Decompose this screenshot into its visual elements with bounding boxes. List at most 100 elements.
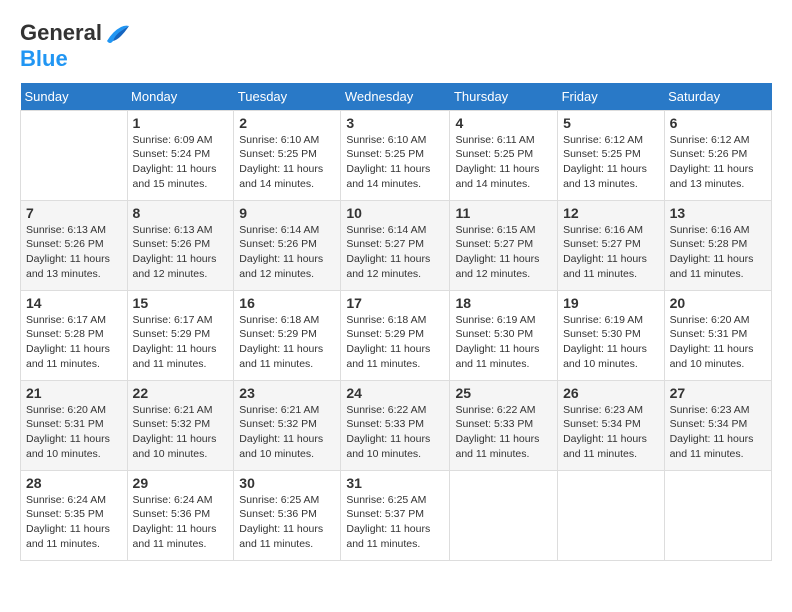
calendar-week-2: 14 Sunrise: 6:17 AMSunset: 5:28 PMDayligh… — [21, 290, 772, 380]
day-number: 2 — [239, 115, 335, 131]
calendar-cell: 19 Sunrise: 6:19 AMSunset: 5:30 PMDayligh… — [558, 290, 665, 380]
calendar-cell: 22 Sunrise: 6:21 AMSunset: 5:32 PMDayligh… — [127, 380, 234, 470]
calendar-header-row: SundayMondayTuesdayWednesdayThursdayFrid… — [21, 83, 772, 111]
calendar-cell: 21 Sunrise: 6:20 AMSunset: 5:31 PMDayligh… — [21, 380, 128, 470]
day-info: Sunrise: 6:13 AMSunset: 5:26 PMDaylight:… — [26, 223, 122, 282]
header-thursday: Thursday — [450, 83, 558, 111]
day-number: 6 — [670, 115, 766, 131]
calendar-cell: 15 Sunrise: 6:17 AMSunset: 5:29 PMDayligh… — [127, 290, 234, 380]
calendar-cell: 20Sunrise: 6:20 AMSunset: 5:31 PMDayligh… — [664, 290, 771, 380]
day-info: Sunrise: 6:21 AMSunset: 5:32 PMDaylight:… — [239, 403, 335, 462]
calendar-cell — [558, 470, 665, 560]
calendar-cell: 7Sunrise: 6:13 AMSunset: 5:26 PMDaylight… — [21, 200, 128, 290]
day-number: 14 — [26, 295, 122, 311]
day-number: 4 — [455, 115, 552, 131]
day-info: Sunrise: 6:19 AMSunset: 5:30 PMDaylight:… — [455, 313, 552, 372]
calendar-cell: 13 Sunrise: 6:16 AMSunset: 5:28 PMDayligh… — [664, 200, 771, 290]
logo-text: General Blue — [20, 20, 132, 73]
day-number: 9 — [239, 205, 335, 221]
day-number: 15 — [133, 295, 229, 311]
calendar-cell: 30 Sunrise: 6:25 AMSunset: 5:36 PMDayligh… — [234, 470, 341, 560]
day-number: 3 — [346, 115, 444, 131]
day-info: Sunrise: 6:09 AMSunset: 5:24 PMDaylight:… — [133, 133, 229, 192]
calendar-cell: 2 Sunrise: 6:10 AMSunset: 5:25 PMDaylight… — [234, 110, 341, 200]
calendar-cell: 14 Sunrise: 6:17 AMSunset: 5:28 PMDayligh… — [21, 290, 128, 380]
header-tuesday: Tuesday — [234, 83, 341, 111]
day-number: 28 — [26, 475, 122, 491]
day-info: Sunrise: 6:25 AMSunset: 5:37 PMDaylight:… — [346, 493, 444, 552]
header-monday: Monday — [127, 83, 234, 111]
day-number: 25 — [455, 385, 552, 401]
day-info: Sunrise: 6:24 AMSunset: 5:35 PMDaylight:… — [26, 493, 122, 552]
header-friday: Friday — [558, 83, 665, 111]
day-info: Sunrise: 6:16 AMSunset: 5:28 PMDaylight:… — [670, 223, 766, 282]
day-number: 16 — [239, 295, 335, 311]
calendar-cell: 12 Sunrise: 6:16 AMSunset: 5:27 PMDayligh… — [558, 200, 665, 290]
calendar-cell: 27Sunrise: 6:23 AMSunset: 5:34 PMDayligh… — [664, 380, 771, 470]
calendar-cell: 16Sunrise: 6:18 AMSunset: 5:29 PMDayligh… — [234, 290, 341, 380]
day-info: Sunrise: 6:18 AMSunset: 5:29 PMDaylight:… — [346, 313, 444, 372]
day-info: Sunrise: 6:20 AMSunset: 5:31 PMDaylight:… — [26, 403, 122, 462]
day-info: Sunrise: 6:12 AMSunset: 5:26 PMDaylight:… — [670, 133, 766, 192]
day-number: 20 — [670, 295, 766, 311]
day-info: Sunrise: 6:16 AMSunset: 5:27 PMDaylight:… — [563, 223, 659, 282]
calendar-cell: 26Sunrise: 6:23 AMSunset: 5:34 PMDayligh… — [558, 380, 665, 470]
day-info: Sunrise: 6:17 AMSunset: 5:29 PMDaylight:… — [133, 313, 229, 372]
day-info: Sunrise: 6:14 AMSunset: 5:26 PMDaylight:… — [239, 223, 335, 282]
day-number: 11 — [455, 205, 552, 221]
calendar-week-0: 1 Sunrise: 6:09 AMSunset: 5:24 PMDaylight… — [21, 110, 772, 200]
calendar-cell: 29 Sunrise: 6:24 AMSunset: 5:36 PMDayligh… — [127, 470, 234, 560]
day-number: 30 — [239, 475, 335, 491]
calendar-week-1: 7Sunrise: 6:13 AMSunset: 5:26 PMDaylight… — [21, 200, 772, 290]
day-info: Sunrise: 6:10 AMSunset: 5:25 PMDaylight:… — [239, 133, 335, 192]
calendar-cell: 24Sunrise: 6:22 AMSunset: 5:33 PMDayligh… — [341, 380, 450, 470]
day-info: Sunrise: 6:13 AMSunset: 5:26 PMDaylight:… — [133, 223, 229, 282]
day-number: 31 — [346, 475, 444, 491]
day-info: Sunrise: 6:21 AMSunset: 5:32 PMDaylight:… — [133, 403, 229, 462]
day-info: Sunrise: 6:14 AMSunset: 5:27 PMDaylight:… — [346, 223, 444, 282]
day-number: 17 — [346, 295, 444, 311]
day-number: 21 — [26, 385, 122, 401]
calendar-cell: 17 Sunrise: 6:18 AMSunset: 5:29 PMDayligh… — [341, 290, 450, 380]
day-number: 1 — [133, 115, 229, 131]
day-number: 12 — [563, 205, 659, 221]
calendar-cell — [664, 470, 771, 560]
header-wednesday: Wednesday — [341, 83, 450, 111]
calendar-cell: 3 Sunrise: 6:10 AMSunset: 5:25 PMDaylight… — [341, 110, 450, 200]
day-info: Sunrise: 6:23 AMSunset: 5:34 PMDaylight:… — [563, 403, 659, 462]
day-number: 29 — [133, 475, 229, 491]
calendar-cell: 11 Sunrise: 6:15 AMSunset: 5:27 PMDayligh… — [450, 200, 558, 290]
day-number: 8 — [133, 205, 229, 221]
day-info: Sunrise: 6:10 AMSunset: 5:25 PMDaylight:… — [346, 133, 444, 192]
calendar-cell: 1 Sunrise: 6:09 AMSunset: 5:24 PMDaylight… — [127, 110, 234, 200]
header-sunday: Sunday — [21, 83, 128, 111]
calendar-cell: 9 Sunrise: 6:14 AMSunset: 5:26 PMDaylight… — [234, 200, 341, 290]
day-info: Sunrise: 6:15 AMSunset: 5:27 PMDaylight:… — [455, 223, 552, 282]
day-number: 19 — [563, 295, 659, 311]
day-info: Sunrise: 6:19 AMSunset: 5:30 PMDaylight:… — [563, 313, 659, 372]
day-number: 24 — [346, 385, 444, 401]
logo-blue-text: Blue — [20, 46, 68, 71]
day-info: Sunrise: 6:25 AMSunset: 5:36 PMDaylight:… — [239, 493, 335, 552]
day-number: 22 — [133, 385, 229, 401]
calendar-cell: 25Sunrise: 6:22 AMSunset: 5:33 PMDayligh… — [450, 380, 558, 470]
logo-bird-icon — [103, 23, 131, 45]
day-number: 27 — [670, 385, 766, 401]
calendar-week-4: 28 Sunrise: 6:24 AMSunset: 5:35 PMDayligh… — [21, 470, 772, 560]
page-header: General Blue — [20, 20, 772, 73]
calendar-week-3: 21 Sunrise: 6:20 AMSunset: 5:31 PMDayligh… — [21, 380, 772, 470]
calendar-cell — [21, 110, 128, 200]
calendar-cell: 28 Sunrise: 6:24 AMSunset: 5:35 PMDayligh… — [21, 470, 128, 560]
logo: General Blue — [20, 20, 132, 73]
calendar-cell: 10 Sunrise: 6:14 AMSunset: 5:27 PMDayligh… — [341, 200, 450, 290]
day-info: Sunrise: 6:24 AMSunset: 5:36 PMDaylight:… — [133, 493, 229, 552]
day-number: 13 — [670, 205, 766, 221]
calendar-cell: 18 Sunrise: 6:19 AMSunset: 5:30 PMDayligh… — [450, 290, 558, 380]
day-number: 10 — [346, 205, 444, 221]
calendar-cell — [450, 470, 558, 560]
day-number: 18 — [455, 295, 552, 311]
header-saturday: Saturday — [664, 83, 771, 111]
day-info: Sunrise: 6:11 AMSunset: 5:25 PMDaylight:… — [455, 133, 552, 192]
day-info: Sunrise: 6:17 AMSunset: 5:28 PMDaylight:… — [26, 313, 122, 372]
day-number: 23 — [239, 385, 335, 401]
